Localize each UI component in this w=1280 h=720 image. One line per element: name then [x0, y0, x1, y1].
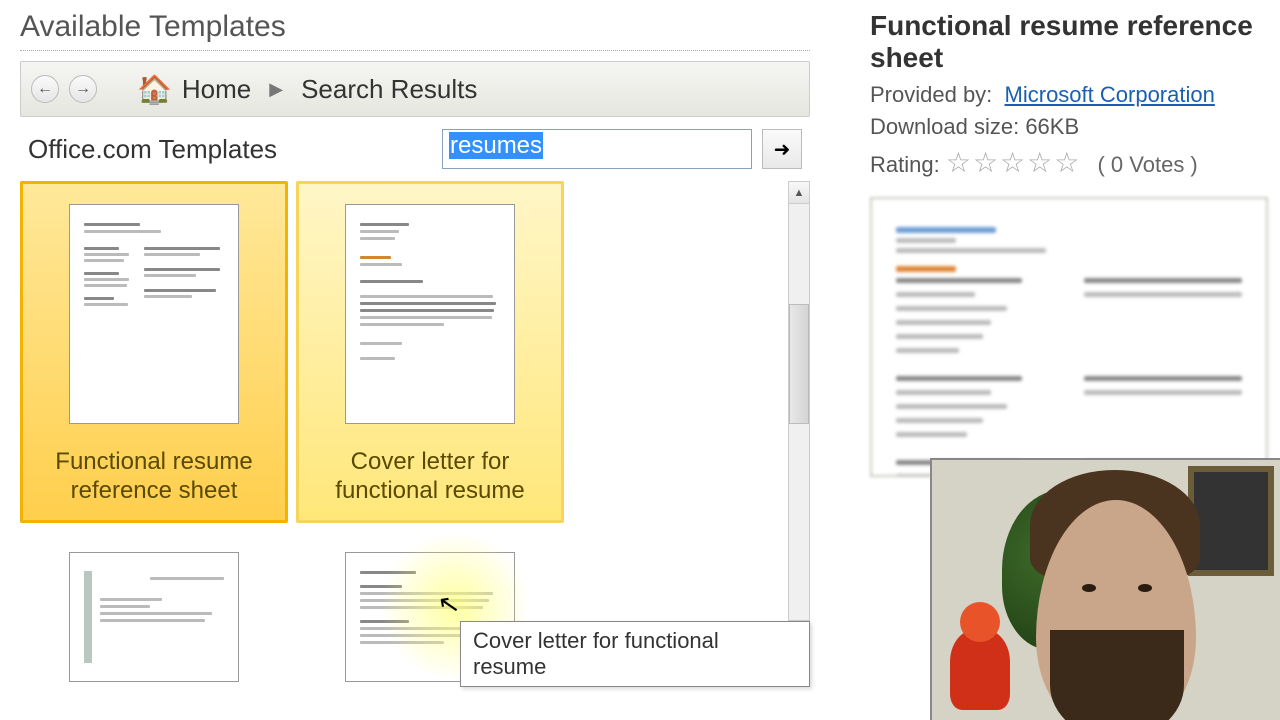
star-icon[interactable]: ☆☆☆☆☆ [946, 147, 1082, 178]
template-card-cover-letter[interactable]: Cover letter for functional resume [296, 181, 564, 523]
results-scrollbar[interactable]: ▲ [788, 181, 810, 621]
template-thumbnail [69, 204, 239, 424]
back-button[interactable]: ← [31, 75, 59, 103]
votes-count: ( 0 Votes ) [1097, 152, 1197, 177]
forward-button[interactable]: → [69, 75, 97, 103]
template-label: Functional resume reference sheet [33, 448, 275, 506]
download-size-row: Download size: 66KB [870, 114, 1280, 140]
webcam-overlay [930, 458, 1280, 720]
provided-by-row: Provided by: Microsoft Corporation [870, 82, 1280, 108]
template-thumbnail [69, 552, 239, 682]
template-card[interactable] [20, 539, 288, 695]
home-icon[interactable]: 🏠 [137, 73, 172, 106]
results-grid: Functional resume reference sheet [20, 181, 780, 695]
template-thumbnail [345, 204, 515, 424]
template-label: Cover letter for functional resume [309, 448, 551, 506]
template-preview [870, 197, 1268, 477]
search-source-label: Office.com Templates [28, 134, 277, 165]
provider-link[interactable]: Microsoft Corporation [1005, 82, 1215, 107]
breadcrumb: ← → 🏠 Home ▶ Search Results [20, 61, 810, 117]
tooltip: Cover letter for functional resume [460, 621, 810, 687]
breadcrumb-home[interactable]: Home [182, 74, 251, 105]
detail-title: Functional resume reference sheet [870, 10, 1280, 74]
template-card-functional-resume-reference[interactable]: Functional resume reference sheet [20, 181, 288, 523]
chevron-right-icon: ▶ [269, 79, 283, 100]
section-title: Available Templates [20, 10, 810, 51]
scroll-thumb[interactable] [789, 304, 809, 424]
scroll-up-icon[interactable]: ▲ [789, 182, 809, 204]
search-row: Office.com Templates resumes ➜ [20, 117, 810, 181]
rating-row: Rating: ☆☆☆☆☆ ( 0 Votes ) [870, 146, 1280, 179]
breadcrumb-current: Search Results [301, 74, 477, 105]
search-go-button[interactable]: ➜ [762, 129, 802, 169]
search-input[interactable]: resumes [442, 129, 752, 169]
